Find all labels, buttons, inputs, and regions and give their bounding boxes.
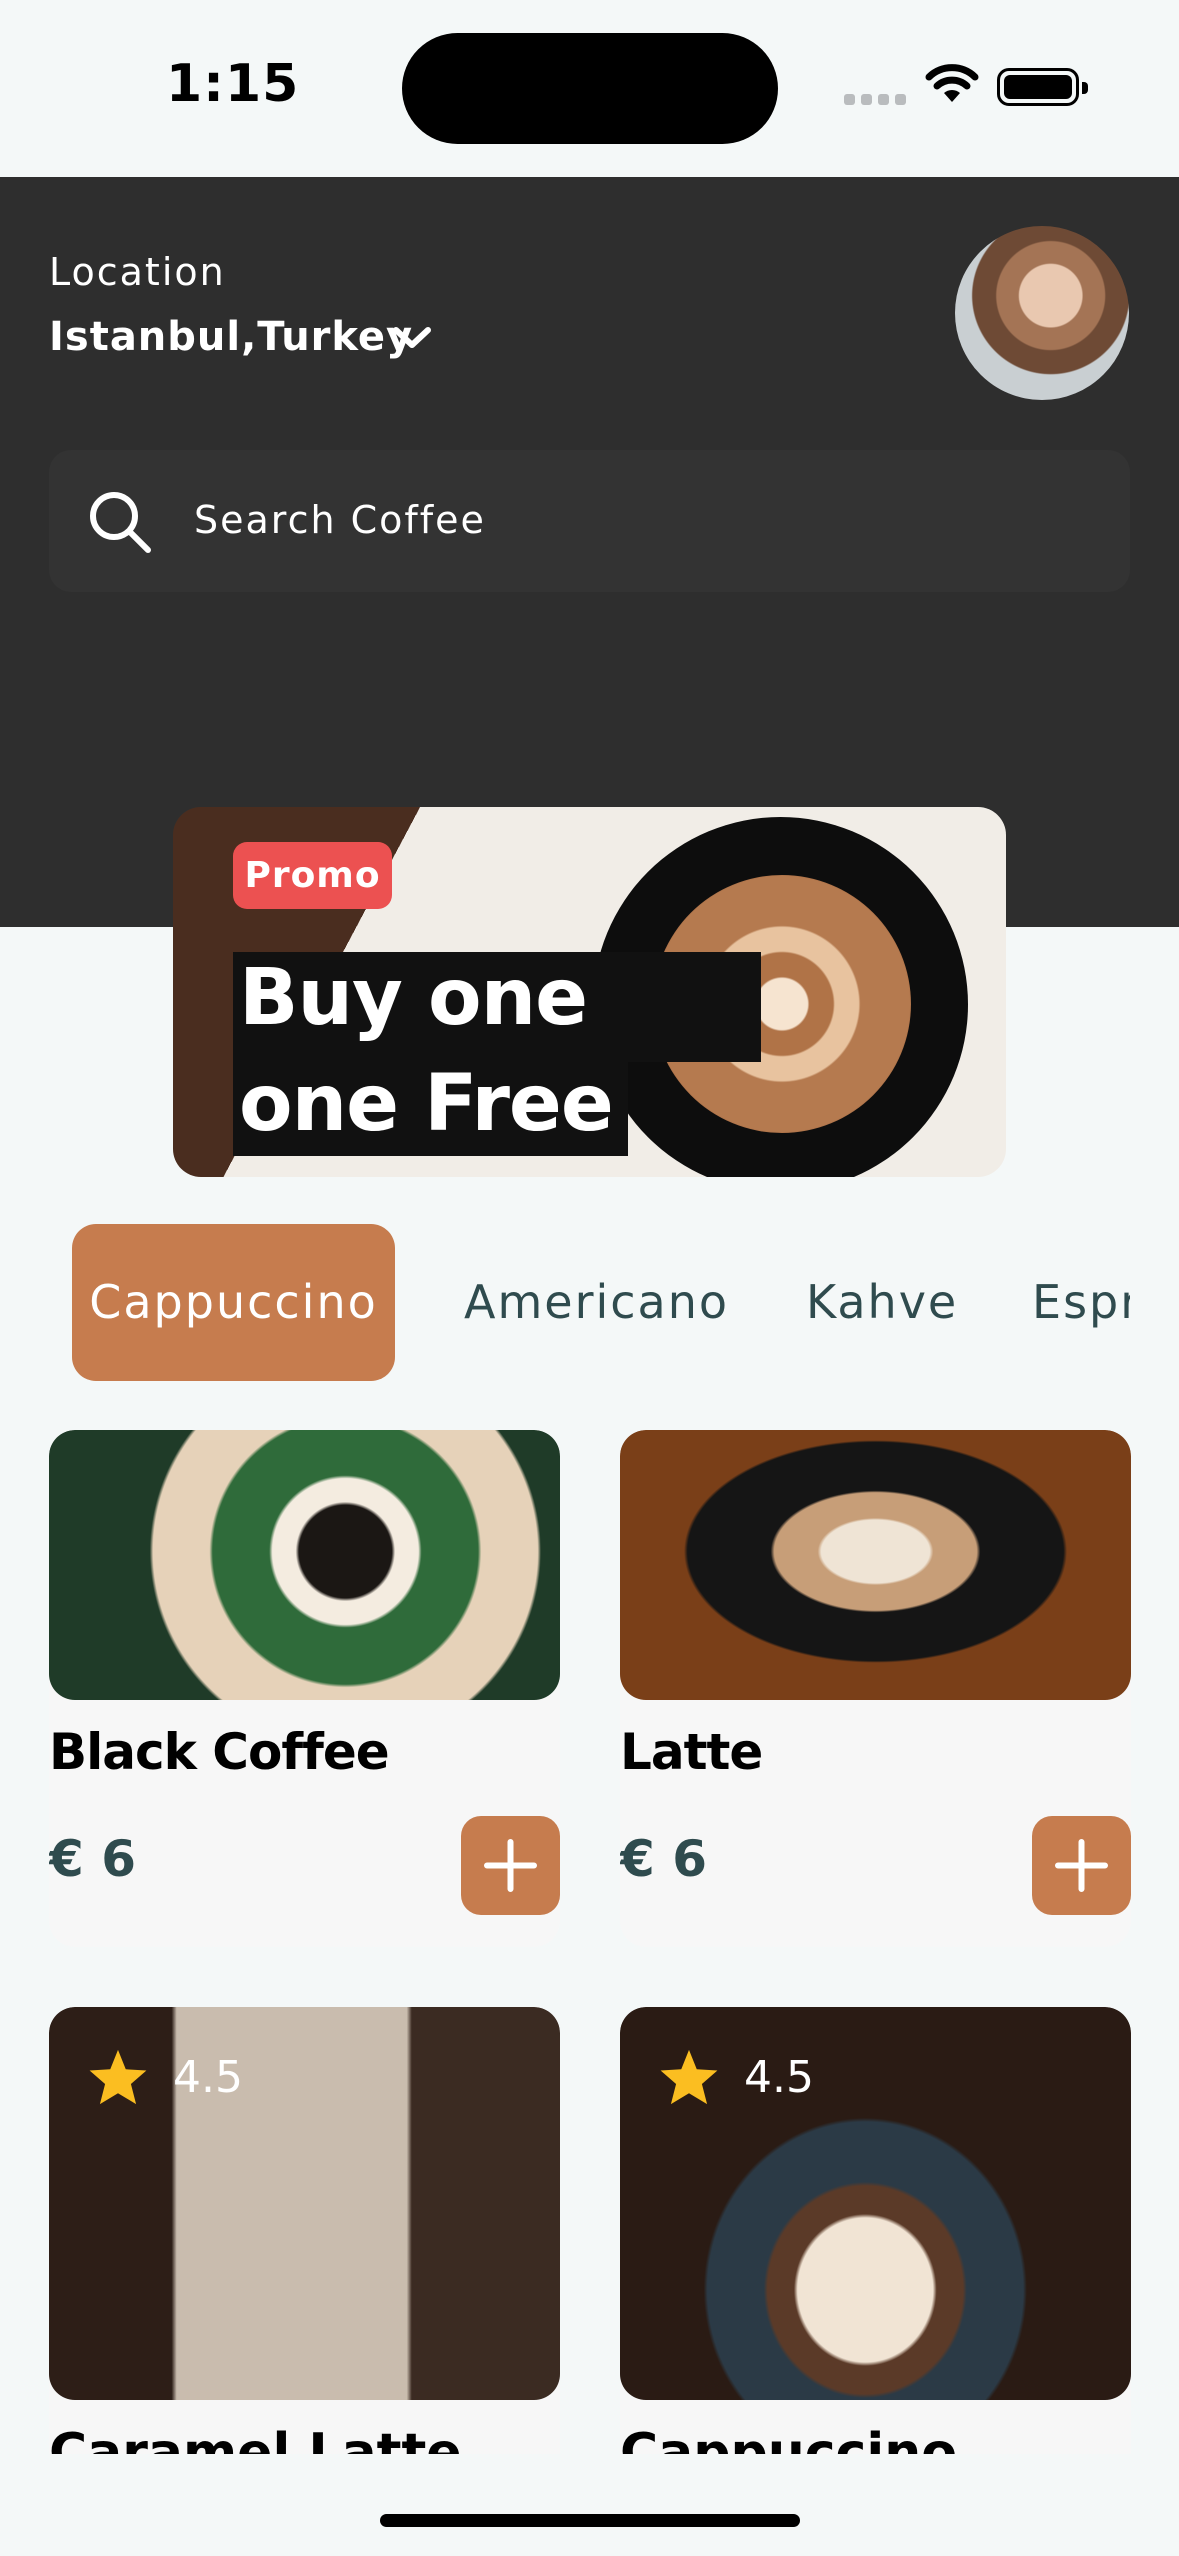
status-time: 1:15 — [166, 54, 300, 114]
rating: 4.5 — [87, 2047, 243, 2107]
star-icon — [660, 2049, 718, 2105]
tab-espresso[interactable]: Espr — [1032, 1224, 1130, 1381]
plus-icon — [484, 1839, 537, 1892]
status-bar: 1:15 — [0, 0, 1179, 177]
promo-headline-line1: Buy one get — [233, 952, 761, 1135]
rating-value: 4.5 — [744, 2051, 814, 2103]
avatar[interactable] — [955, 226, 1129, 400]
home-indicator[interactable] — [380, 2514, 800, 2527]
cellular-signal-icon — [844, 94, 906, 105]
product-price: € 6 — [620, 1830, 707, 1888]
promo-headline-line2: one Free — [233, 1058, 628, 1156]
latte-image — [620, 1430, 1131, 1700]
star-icon — [89, 2049, 147, 2105]
location-value[interactable]: Istanbul,Turkey — [49, 314, 413, 360]
tab-kahve[interactable]: Kahve — [806, 1224, 958, 1381]
tab-americano[interactable]: Americano — [464, 1224, 729, 1381]
search-icon — [90, 492, 151, 553]
rating-value: 4.5 — [173, 2051, 243, 2103]
product-card-black-coffee[interactable]: Black Coffee € 6 — [49, 1430, 560, 1947]
location-label: Location — [49, 250, 226, 294]
add-to-cart-button[interactable] — [1032, 1816, 1131, 1915]
plus-icon — [1055, 1839, 1108, 1892]
product-name: Black Coffee — [49, 1723, 390, 1781]
rating: 4.5 — [658, 2047, 814, 2107]
promo-badge: Promo — [233, 842, 392, 909]
home-bar-area — [0, 2454, 1179, 2556]
product-card-latte[interactable]: Latte € 6 — [620, 1430, 1131, 1947]
tab-cappuccino[interactable]: Cappuccino — [72, 1224, 395, 1381]
product-price: € 6 — [49, 1830, 136, 1888]
battery-icon — [997, 68, 1088, 106]
dynamic-island — [402, 33, 778, 144]
product-name: Latte — [620, 1723, 763, 1781]
search-placeholder: Search Coffee — [194, 498, 486, 542]
chevron-down-icon[interactable] — [392, 325, 432, 351]
tab-espresso-clip: Espr — [1000, 1224, 1130, 1381]
black-coffee-image — [49, 1430, 560, 1700]
wifi-icon — [925, 64, 979, 102]
add-to-cart-button[interactable] — [461, 1816, 560, 1915]
